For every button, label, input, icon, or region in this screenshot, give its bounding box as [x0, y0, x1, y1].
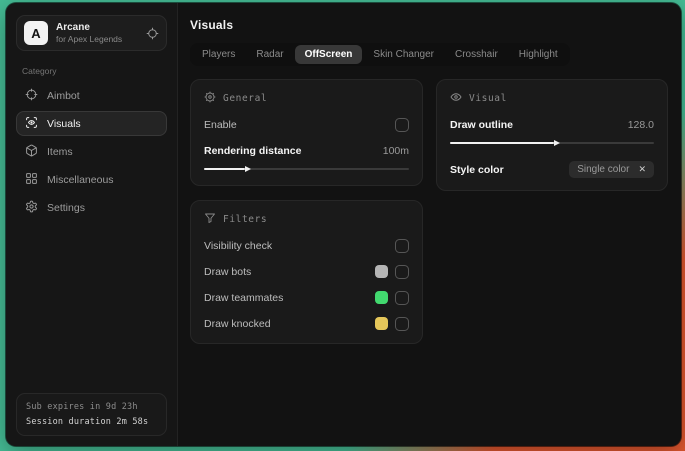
grid-icon: [25, 172, 38, 188]
sidebar-item-items[interactable]: Items: [16, 139, 167, 164]
subscription-card: Sub expires in 9d 23h Session duration 2…: [16, 393, 167, 436]
app-logo: A: [24, 21, 48, 45]
draw-outline-row: Draw outline 128.0: [450, 117, 654, 132]
tab-skin-changer[interactable]: Skin Changer: [363, 45, 444, 64]
sidebar-nav: Aimbot Visuals Items Miscellaneous Setti…: [16, 83, 167, 220]
tab-crosshair[interactable]: Crosshair: [445, 45, 508, 64]
draw-knocked-checkbox[interactable]: [395, 316, 409, 331]
app-logo-letter: A: [31, 25, 41, 41]
draw-bots-checkbox[interactable]: [395, 264, 409, 279]
app-window: A Arcane for Apex Legends Category Aimbo…: [6, 3, 681, 446]
draw-knocked-row: Draw knocked: [204, 316, 409, 331]
slider-fill: [204, 165, 251, 172]
draw-knocked-label: Draw knocked: [204, 317, 271, 330]
draw-outline-label: Draw outline: [450, 118, 514, 131]
filters-panel-title: Filters: [223, 214, 268, 225]
slider-thumb-arrow[interactable]: [245, 165, 251, 172]
draw-teammates-color-swatch[interactable]: [375, 291, 388, 304]
enable-row: Enable: [204, 117, 409, 132]
app-header-card: A Arcane for Apex Legends: [16, 15, 167, 51]
visual-panel-title: Visual: [469, 93, 507, 104]
eye-icon: [450, 91, 462, 106]
sidebar-item-miscellaneous[interactable]: Miscellaneous: [16, 167, 167, 192]
app-title-block: Arcane for Apex Legends: [56, 22, 122, 44]
tab-bar: Players Radar OffScreen Skin Changer Cro…: [190, 43, 570, 66]
visual-panel-header: Visual: [450, 91, 654, 106]
enable-checkbox[interactable]: [395, 117, 409, 132]
app-name: Arcane: [56, 21, 90, 33]
crosshair-icon: [25, 88, 38, 104]
tab-offscreen[interactable]: OffScreen: [294, 45, 363, 64]
sidebar-item-visuals[interactable]: Visuals: [16, 111, 167, 136]
style-color-label: Style color: [450, 163, 504, 176]
enable-label: Enable: [204, 118, 237, 131]
rendering-distance-row: Rendering distance 100m: [204, 143, 409, 158]
visual-panel: Visual Draw outline 128.0 Style color Si…: [436, 79, 668, 191]
general-panel: General Enable Rendering distance 100m: [190, 79, 423, 186]
package-icon: [25, 144, 38, 160]
style-color-row: Style color Single color ✕: [450, 161, 654, 178]
sidebar-item-aimbot[interactable]: Aimbot: [16, 83, 167, 108]
main-content: Visuals Players Radar OffScreen Skin Cha…: [178, 3, 681, 446]
rendering-distance-value: 100m: [382, 144, 409, 157]
tab-radar[interactable]: Radar: [246, 45, 293, 64]
sidebar-item-label: Items: [47, 145, 73, 158]
draw-bots-color-swatch[interactable]: [375, 265, 388, 278]
cog-icon: [204, 91, 216, 106]
draw-teammates-label: Draw teammates: [204, 291, 284, 304]
clear-icon[interactable]: ✕: [638, 165, 646, 174]
filters-panel: Filters Visibility check Draw bots Draw …: [190, 200, 423, 344]
rendering-distance-label: Rendering distance: [204, 144, 302, 157]
draw-bots-row: Draw bots: [204, 264, 409, 279]
sub-expires-text: Sub expires in 9d 23h: [26, 402, 138, 412]
category-label: Category: [22, 66, 57, 76]
target-icon[interactable]: [146, 27, 159, 40]
draw-bots-label: Draw bots: [204, 265, 252, 278]
funnel-icon: [204, 212, 216, 227]
draw-knocked-color-swatch[interactable]: [375, 317, 388, 330]
panel-grid: General Enable Rendering distance 100m V…: [190, 79, 673, 344]
sidebar-item-label: Settings: [47, 201, 85, 214]
sidebar: A Arcane for Apex Legends Category Aimbo…: [6, 3, 178, 446]
slider-fill: [450, 139, 561, 146]
app-subtitle: for Apex Legends: [56, 33, 123, 44]
general-panel-header: General: [204, 91, 409, 106]
tab-players[interactable]: Players: [192, 45, 245, 64]
style-color-value: Single color: [577, 164, 630, 175]
page-title: Visuals: [190, 18, 234, 32]
draw-outline-value: 128.0: [627, 118, 654, 131]
sidebar-item-label: Aimbot: [47, 89, 80, 102]
visibility-check-row: Visibility check: [204, 238, 409, 253]
draw-teammates-row: Draw teammates: [204, 290, 409, 305]
draw-teammates-checkbox[interactable]: [395, 290, 409, 305]
sidebar-item-settings[interactable]: Settings: [16, 195, 167, 220]
draw-outline-slider[interactable]: [450, 138, 654, 147]
visibility-check-label: Visibility check: [204, 239, 273, 252]
sidebar-item-label: Miscellaneous: [47, 173, 114, 186]
slider-thumb-arrow[interactable]: [554, 139, 561, 146]
style-color-select[interactable]: Single color ✕: [569, 161, 654, 178]
rendering-distance-slider[interactable]: [204, 164, 409, 173]
filters-panel-header: Filters: [204, 212, 409, 227]
sidebar-item-label: Visuals: [47, 117, 81, 130]
scan-eye-icon: [25, 116, 38, 132]
visibility-check-checkbox[interactable]: [395, 238, 409, 253]
gear-icon: [25, 200, 38, 216]
general-panel-title: General: [223, 93, 268, 104]
session-duration-text: Session duration 2m 58s: [26, 417, 149, 427]
tab-highlight[interactable]: Highlight: [509, 45, 568, 64]
